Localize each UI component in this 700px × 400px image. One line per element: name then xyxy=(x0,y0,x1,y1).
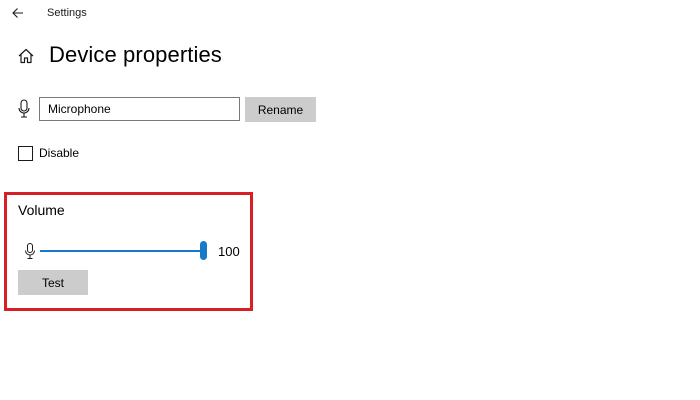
title-bar: Settings xyxy=(0,0,700,28)
home-button[interactable] xyxy=(16,46,36,66)
disable-checkbox-row[interactable]: Disable xyxy=(18,144,79,162)
app-title: Settings xyxy=(47,7,87,19)
disable-label: Disable xyxy=(39,146,80,160)
volume-value: 100 xyxy=(218,244,240,259)
slider-thumb[interactable] xyxy=(200,241,207,260)
disable-checkbox[interactable] xyxy=(18,145,33,161)
back-button[interactable] xyxy=(8,4,28,22)
test-button[interactable]: Test xyxy=(18,270,88,295)
microphone-icon xyxy=(18,99,30,118)
volume-heading: Volume xyxy=(18,202,65,218)
volume-slider[interactable] xyxy=(40,240,208,262)
arrow-left-icon xyxy=(12,8,23,18)
microphone-icon xyxy=(25,243,35,259)
home-icon xyxy=(18,48,34,64)
rename-button[interactable]: Rename xyxy=(245,97,316,122)
slider-track xyxy=(40,250,204,252)
device-name-input[interactable] xyxy=(39,97,240,121)
page-title: Device properties xyxy=(49,42,222,67)
settings-window: Settings Device properties Rename Disabl… xyxy=(0,0,700,400)
